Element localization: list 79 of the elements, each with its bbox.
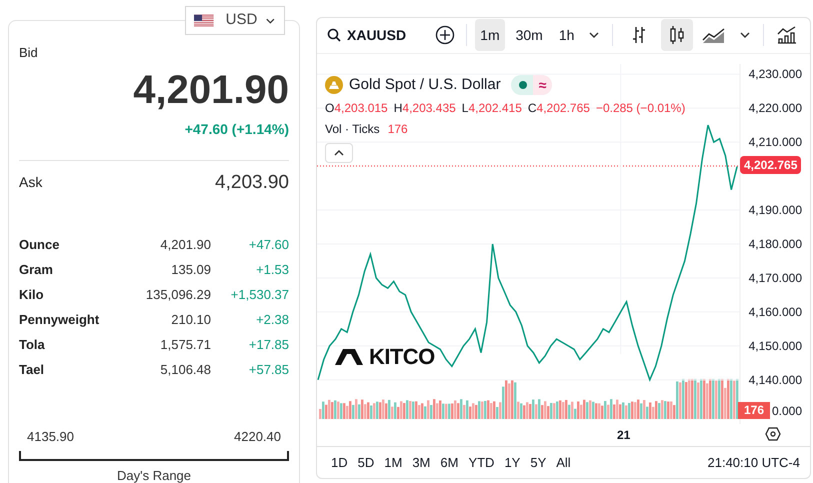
interval-button[interactable]: 30m: [510, 19, 548, 52]
interval-button[interactable]: 1m: [475, 19, 505, 52]
range-button[interactable]: 6M: [436, 452, 462, 472]
price-change: +47.60 (+1.14%): [184, 120, 289, 139]
y-axis-label: 4,150.000: [748, 338, 802, 353]
market-status-pill: ≈: [510, 75, 552, 96]
unit-price: 1,575.71: [159, 336, 211, 354]
kitco-logo: KITCO: [333, 340, 435, 373]
volume-label: Vol · Ticks: [325, 121, 380, 138]
y-axis-label: 4,160.000: [748, 304, 802, 319]
ohlc-value: H4,203.435: [394, 100, 456, 118]
range-low: 4135.90: [27, 428, 74, 446]
unit-price: 5,106.48: [159, 360, 211, 379]
indicators-icon: [776, 26, 797, 44]
unit-name: Pennyweight: [19, 310, 100, 329]
y-axis-label: 4,220.000: [748, 100, 802, 115]
search-icon: [327, 28, 341, 42]
candlestick-icon: [668, 25, 686, 46]
area-chart-icon: [702, 26, 726, 44]
settings-icon: [765, 426, 781, 441]
unit-name: Tael: [19, 360, 46, 379]
ingot-coin-icon: [325, 76, 343, 94]
chart-settings-button[interactable]: [764, 424, 782, 443]
chevron-down-icon: [265, 16, 276, 24]
y-axis-label: 4,180.000: [748, 236, 802, 251]
currency-dropdown[interactable]: USD: [185, 6, 285, 35]
chevron-up-icon: [333, 149, 345, 158]
ask-price: 4,203.90: [215, 170, 289, 194]
unit-name: Gram: [19, 260, 54, 279]
y-axis-label: 4,230.000: [748, 66, 802, 81]
unit-price: 135.09: [170, 260, 211, 279]
chart-clock: 21:40:10 UTC-4: [708, 454, 800, 472]
unit-name: Kilo: [19, 286, 45, 304]
unit-name: Ounce: [19, 236, 60, 254]
ohlc-change: −0.285 (−0.01%): [596, 100, 686, 118]
unit-change: +2.38: [255, 310, 289, 329]
x-axis-label: 21: [617, 426, 630, 444]
unit-name: Tola: [19, 336, 46, 354]
price-badge: 4,202.765: [740, 156, 802, 174]
chevron-down-icon: [588, 31, 600, 40]
unit-price: 4,201.90: [159, 236, 211, 254]
y-axis-label: 4,140.000: [748, 372, 802, 387]
plus-circle-icon: [435, 25, 456, 46]
y-axis-label: 4,210.000: [748, 134, 802, 149]
unit-change: +1,530.37: [230, 286, 289, 304]
chevron-down-icon: [738, 31, 751, 40]
volume-value: 176: [388, 121, 408, 138]
unit-change: +1.53: [255, 260, 289, 279]
y-axis-label: 0.000: [772, 404, 802, 418]
ask-label: Ask: [19, 173, 42, 192]
us-flag-icon: [194, 14, 214, 28]
chart-style-button[interactable]: [660, 19, 693, 52]
range-button[interactable]: 5Y: [526, 452, 550, 472]
range-button[interactable]: 1M: [380, 452, 406, 472]
ohlc-value: O4,203.015: [325, 100, 388, 118]
range-button[interactable]: 5D: [354, 452, 378, 472]
symbol-title: Gold Spot / U.S. Dollar: [349, 74, 501, 95]
unit-change: +17.85: [248, 336, 289, 354]
interval-button[interactable]: 1h: [554, 19, 580, 52]
range-button[interactable]: All: [552, 452, 575, 472]
unit-price: 210.10: [170, 310, 211, 329]
y-axis-label: 4,190.000: [748, 202, 802, 217]
unit-change: +57.85: [248, 360, 289, 379]
collapse-legend-button[interactable]: [325, 143, 353, 164]
range-button[interactable]: 1Y: [500, 452, 524, 472]
unit-change: +47.60: [248, 236, 289, 254]
ohlc-value: C4,202.765: [528, 100, 590, 118]
y-axis-label: 4,170.000: [748, 270, 802, 285]
range-high: 4220.40: [234, 428, 281, 446]
range-button[interactable]: 1D: [327, 452, 352, 472]
volume-badge: 176: [738, 402, 770, 419]
bid-label: Bid: [19, 45, 38, 60]
unit-price: 135,096.29: [144, 286, 211, 304]
ohlc-value: L4,202.415: [462, 100, 522, 118]
range-button[interactable]: YTD: [464, 452, 498, 472]
range-label: Day's Range: [116, 466, 192, 483]
symbol-search[interactable]: XAUUSD: [327, 24, 406, 46]
range-button[interactable]: 3M: [408, 452, 434, 472]
bid-price: 4,201.90: [133, 66, 289, 112]
